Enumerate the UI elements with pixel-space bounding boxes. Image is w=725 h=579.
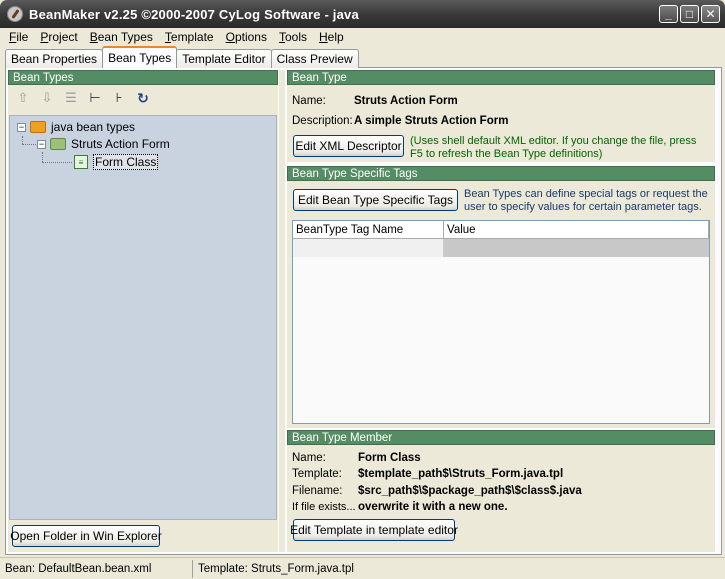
tab-bean-types[interactable]: Bean Types [102, 46, 178, 68]
menu-project[interactable]: Project [34, 30, 83, 44]
member-exists-value: overwrite it with a new one. [358, 501, 508, 513]
window-controls: _ □ ✕ [659, 5, 720, 23]
tree-label: java bean types [51, 120, 136, 134]
tab-class-preview[interactable]: Class Preview [270, 49, 359, 68]
specific-tags-header: Bean Type Specific Tags [287, 166, 715, 181]
member-filename-row: Filename: $src_path$\$package_path$\$cla… [292, 485, 582, 497]
member-template-row: Template: $template_path$\Struts_Form.ja… [292, 468, 563, 480]
minimize-button[interactable]: _ [659, 5, 678, 23]
value-cell[interactable] [444, 239, 709, 257]
menu-file[interactable]: File [3, 30, 34, 44]
description-value: A simple Struts Action Form [354, 115, 509, 127]
member-name-label: Name: [292, 452, 326, 464]
tree-node-java-bean-types[interactable]: − java bean types [17, 119, 135, 135]
member-filename-label: Filename: [292, 485, 343, 497]
member-exists-row: If file exists... overwrite it with a ne… [292, 501, 508, 513]
bean-types-header: Bean Types [8, 70, 278, 85]
app-icon[interactable] [7, 6, 23, 22]
bean-type-header: Bean Type [287, 70, 715, 85]
menu-help[interactable]: Help [313, 30, 350, 44]
status-template: Template: Struts_Form.java.tpl [198, 562, 354, 575]
bean-type-description-row: Description: A simple Struts Action Form [292, 115, 508, 127]
member-exists-label: If file exists... [292, 501, 356, 513]
tree-connector [42, 152, 43, 162]
menu-options[interactable]: Options [220, 30, 273, 44]
tree-label: Struts Action Form [71, 137, 170, 151]
xml-editor-note: (Uses shell default XML editor. If you c… [410, 135, 697, 160]
member-name-row: Name: Form Class [292, 452, 421, 464]
member-filename-value: $src_path$\$package_path$\$class$.java [358, 485, 582, 497]
status-bar: Bean: DefaultBean.bean.xml Template: Str… [0, 557, 725, 579]
column-tag-name[interactable]: BeanType Tag Name [293, 221, 444, 238]
member-template-value: $template_path$\Struts_Form.java.tpl [358, 468, 564, 480]
window-title: BeanMaker v2.25 ©2000-2007 CyLog Softwar… [29, 6, 359, 22]
tree-label: Form Class [93, 154, 159, 170]
edit-template-button[interactable]: Edit Template in template editor [290, 519, 458, 541]
tag-name-cell[interactable] [293, 239, 444, 257]
tree-connector [42, 162, 72, 163]
bean-types-tree[interactable]: − java bean types − Struts Action Form ≡… [9, 115, 277, 520]
refresh-icon[interactable]: ↻ [136, 90, 150, 106]
description-label: Description: [292, 115, 353, 127]
name-label: Name: [292, 95, 326, 107]
menu-bean-types[interactable]: Bean Types [84, 30, 159, 44]
bean-type-section: Bean Type Name: Struts Action Form Descr… [287, 70, 715, 162]
tree-connector [22, 144, 38, 145]
edit-xml-descriptor-button[interactable]: Edit XML Descriptor [293, 135, 404, 157]
tags-grid-header: BeanType Tag Name Value [293, 221, 709, 239]
tree-node-form-class[interactable]: ≡ Form Class [74, 154, 159, 170]
menu-bar: File Project Bean Types Template Options… [0, 28, 725, 45]
edit-specific-tags-button[interactable]: Edit Bean Type Specific Tags [293, 189, 458, 211]
up-arrow-icon[interactable]: ⇧ [16, 90, 30, 105]
specific-tags-section: Bean Type Specific Tags Edit Bean Type S… [287, 166, 715, 428]
tab-bean-properties[interactable]: Bean Properties [5, 49, 104, 68]
tree-expand-icon[interactable]: ⊢ [88, 90, 102, 105]
member-template-label: Template: [292, 468, 342, 480]
close-button[interactable]: ✕ [701, 5, 720, 23]
member-name-value: Form Class [358, 452, 421, 464]
class-file-icon: ≡ [74, 155, 88, 169]
tags-grid[interactable]: BeanType Tag Name Value [292, 220, 710, 424]
title-bar: BeanMaker v2.25 ©2000-2007 CyLog Softwar… [0, 0, 725, 28]
maximize-button[interactable]: □ [680, 5, 699, 23]
panel-splitter[interactable] [279, 70, 285, 552]
status-bean: Bean: DefaultBean.bean.xml [0, 559, 193, 578]
tree-collapse-icon[interactable]: ⊦ [112, 90, 126, 105]
tree-connector [22, 136, 23, 144]
member-section: Bean Type Member Name: Form Class Templa… [287, 430, 715, 552]
tab-strip: Bean Properties Bean Types Template Edit… [5, 46, 359, 68]
column-value[interactable]: Value [444, 221, 709, 238]
tree-expander[interactable]: − [17, 122, 26, 132]
menu-tools[interactable]: Tools [273, 30, 313, 44]
specific-tags-note: Bean Types can define special tags or re… [464, 188, 708, 213]
folder-icon [50, 138, 66, 150]
down-arrow-icon[interactable]: ⇩ [40, 90, 54, 105]
tree-toolbar: ⇧ ⇩ ☰ ⊢ ⊦ ↻ [8, 85, 278, 111]
folder-icon [30, 121, 46, 133]
tab-template-editor[interactable]: Template Editor [176, 49, 272, 68]
table-row[interactable] [293, 239, 709, 257]
tree-node-struts-action-form[interactable]: − Struts Action Form [37, 136, 170, 152]
list-icon[interactable]: ☰ [64, 90, 78, 105]
bean-type-name-row: Name: Struts Action Form [292, 95, 458, 107]
menu-template[interactable]: Template [159, 30, 220, 44]
member-header: Bean Type Member [287, 430, 715, 445]
name-value: Struts Action Form [354, 95, 458, 107]
tree-expander[interactable]: − [37, 139, 46, 149]
open-folder-button[interactable]: Open Folder in Win Explorer [10, 525, 162, 547]
bean-types-panel: Bean Types ⇧ ⇩ ☰ ⊢ ⊦ ↻ − java bean types… [8, 70, 278, 552]
